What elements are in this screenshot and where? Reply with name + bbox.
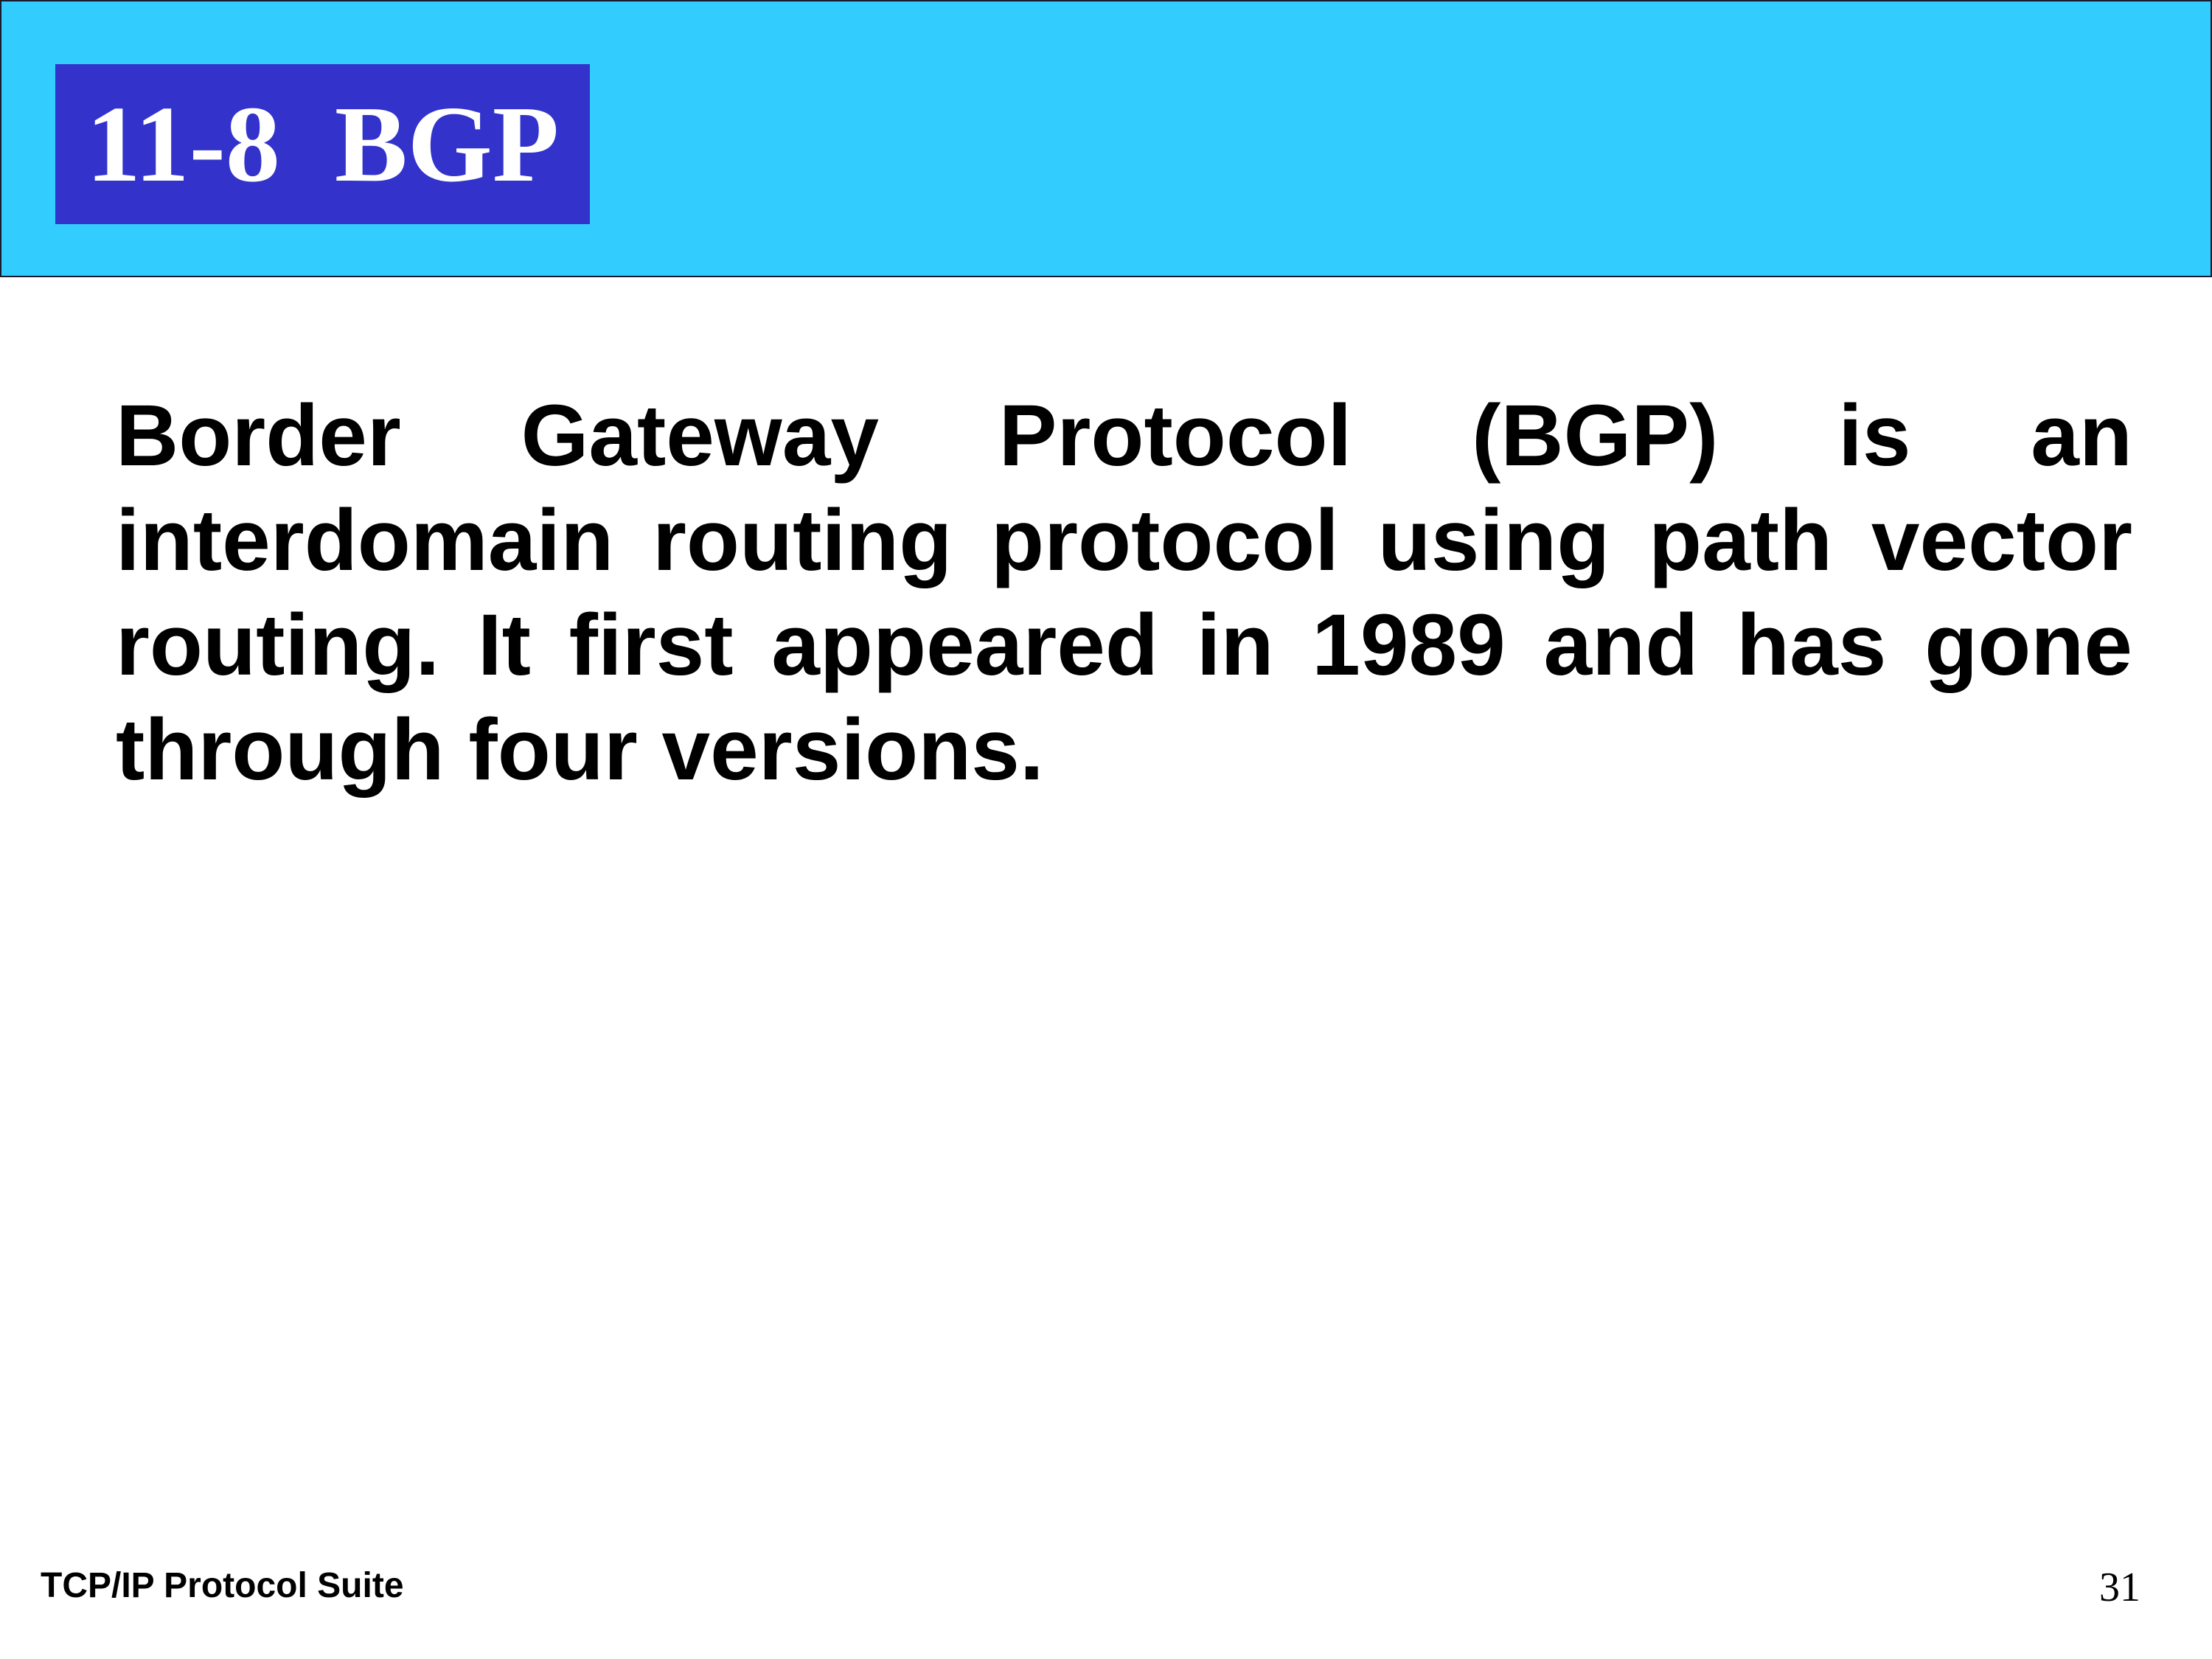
header-band: 11-8 BGP bbox=[0, 0, 2212, 277]
footer-source: TCP/IP Protocol Suite bbox=[41, 1566, 404, 1605]
slide-title: 11-8 BGP bbox=[86, 83, 560, 205]
page-number: 31 bbox=[2099, 1565, 2140, 1610]
title-box: 11-8 BGP bbox=[55, 64, 590, 224]
slide-body-text: Border Gateway Protocol (BGP) is an inte… bbox=[116, 387, 2132, 799]
